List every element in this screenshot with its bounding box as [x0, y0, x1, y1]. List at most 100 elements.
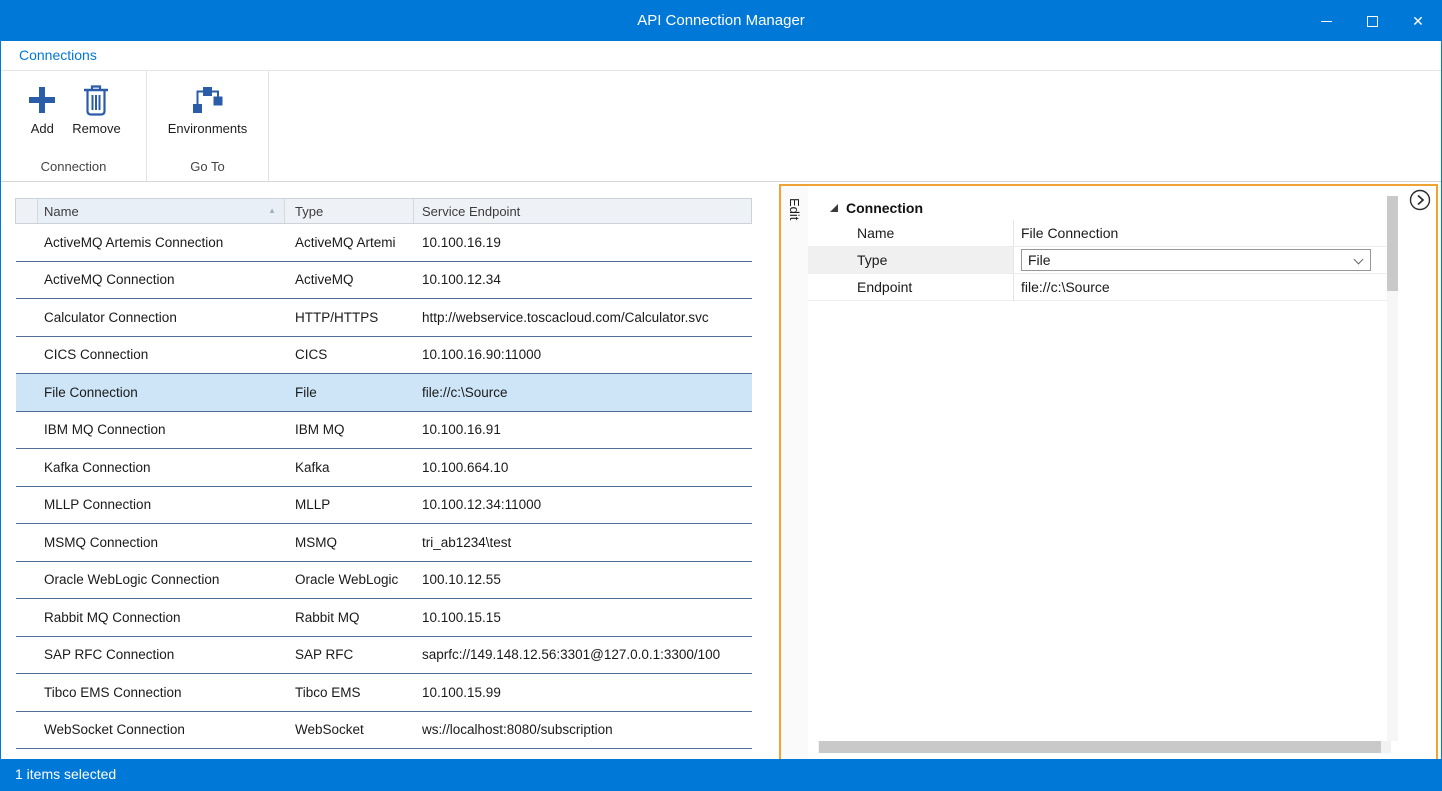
add-button-label: Add [31, 121, 54, 136]
table-row[interactable]: Kafka ConnectionKafka10.100.664.10 [16, 449, 752, 487]
add-button[interactable]: Add [20, 80, 64, 138]
vertical-scrollbar-thumb[interactable] [1387, 196, 1398, 291]
connections-table: Name ▲ Type Service Endpoint ActiveMQ Ar… [15, 198, 752, 749]
cell-type: HTTP/HTTPS [285, 299, 414, 336]
column-header-label: Service Endpoint [422, 204, 520, 219]
minimize-icon [1321, 21, 1332, 22]
cell-endpoint: 10.100.16.19 [414, 224, 752, 261]
tab-connections[interactable]: Connections [19, 41, 97, 70]
cell-endpoint: tri_ab1234\test [414, 524, 752, 561]
column-header-endpoint[interactable]: Service Endpoint [414, 199, 751, 223]
table-row[interactable]: Calculator ConnectionHTTP/HTTPShttp://we… [16, 299, 752, 337]
ribbon: Add Remove C [1, 71, 1441, 182]
table-row[interactable]: MSMQ ConnectionMSMQtri_ab1234\test [16, 524, 752, 562]
status-text: 1 items selected [15, 766, 116, 782]
cell-name: Rabbit MQ Connection [16, 599, 285, 636]
cell-endpoint: 10.100.15.99 [414, 674, 752, 711]
cell-name: MSMQ Connection [16, 524, 285, 561]
table-body: ActiveMQ Artemis ConnectionActiveMQ Arte… [15, 224, 752, 749]
row-indicator-header [16, 199, 38, 223]
cell-endpoint: 10.100.15.15 [414, 599, 752, 636]
property-group-label: Connection [846, 200, 923, 216]
remove-button-label: Remove [72, 121, 120, 136]
cell-endpoint: 10.100.16.91 [414, 412, 752, 449]
property-row-endpoint: Endpoint file://c:\Source [808, 274, 1389, 301]
remove-button[interactable]: Remove [66, 80, 126, 138]
dropdown-chevron-icon [1354, 255, 1364, 265]
cell-type: Oracle WebLogic [285, 562, 414, 599]
table-row[interactable]: ActiveMQ ConnectionActiveMQ10.100.12.34 [16, 262, 752, 300]
type-dropdown[interactable]: File [1021, 249, 1371, 271]
table-row[interactable]: WebSocket ConnectionWebSocketws://localh… [16, 712, 752, 750]
minimize-button[interactable] [1303, 1, 1349, 41]
type-value-cell: File [1013, 247, 1389, 273]
caption-buttons: ✕ [1303, 1, 1441, 41]
cell-type: Tibco EMS [285, 674, 414, 711]
column-header-type[interactable]: Type [285, 199, 414, 223]
cell-name: File Connection [16, 374, 285, 411]
cell-endpoint: 10.100.664.10 [414, 449, 752, 486]
endpoint-value-field[interactable]: file://c:\Source [1013, 274, 1389, 300]
cell-endpoint: 10.100.12.34 [414, 262, 752, 299]
cell-type: WebSocket [285, 712, 414, 749]
maximize-button[interactable] [1349, 1, 1395, 41]
collapse-panel-button[interactable] [1409, 189, 1431, 211]
property-label-name: Name [808, 220, 1013, 246]
column-header-label: Type [295, 204, 323, 219]
table-row[interactable]: CICS ConnectionCICS10.100.16.90:11000 [16, 337, 752, 375]
cell-endpoint: http://webservice.toscacloud.com/Calcula… [414, 299, 752, 336]
trash-icon [81, 82, 111, 118]
ribbon-group-goto-label: Go To [147, 159, 268, 181]
cell-name: CICS Connection [16, 337, 285, 374]
ribbon-group-goto: Environments Go To [147, 71, 269, 181]
app-window: API Connection Manager ✕ Connections [0, 0, 1442, 791]
horizontal-scrollbar-thumb[interactable] [819, 741, 1381, 753]
table-row[interactable]: Oracle WebLogic ConnectionOracle WebLogi… [16, 562, 752, 600]
edit-tab[interactable]: Edit [781, 186, 808, 759]
cell-type: ActiveMQ [285, 262, 414, 299]
table-row[interactable]: Rabbit MQ ConnectionRabbit MQ10.100.15.1… [16, 599, 752, 637]
environments-button[interactable]: Environments [162, 80, 253, 138]
table-row[interactable]: File ConnectionFilefile://c:\Source [16, 374, 752, 412]
cell-type: IBM MQ [285, 412, 414, 449]
close-icon: ✕ [1412, 14, 1424, 28]
horizontal-scrollbar[interactable] [818, 741, 1391, 753]
table-row[interactable]: ActiveMQ Artemis ConnectionActiveMQ Arte… [16, 224, 752, 262]
table-row[interactable]: IBM MQ ConnectionIBM MQ10.100.16.91 [16, 412, 752, 450]
table-row[interactable]: Tibco EMS ConnectionTibco EMS10.100.15.9… [16, 674, 752, 712]
ribbon-group-connection: Add Remove C [1, 71, 147, 181]
sort-ascending-icon: ▲ [268, 207, 276, 215]
cell-type: CICS [285, 337, 414, 374]
window-title: API Connection Manager [1, 1, 1441, 41]
cell-type: Kafka [285, 449, 414, 486]
column-header-label: Name [44, 204, 79, 219]
property-rows: Name File Connection Type File Endpoint … [808, 220, 1389, 301]
ribbon-group-connection-label: Connection [1, 159, 146, 181]
column-header-name[interactable]: Name ▲ [38, 199, 285, 223]
vertical-scrollbar[interactable] [1387, 196, 1398, 741]
cell-name: ActiveMQ Connection [16, 262, 285, 299]
titlebar: API Connection Manager ✕ [1, 1, 1441, 41]
menubar: Connections [1, 41, 1441, 71]
cell-endpoint: saprfc://149.148.12.56:3301@127.0.0.1:33… [414, 637, 752, 674]
property-group-header[interactable]: Connection [808, 196, 1390, 220]
cell-name: ActiveMQ Artemis Connection [16, 224, 285, 261]
add-plus-icon [26, 82, 58, 118]
table-row[interactable]: MLLP ConnectionMLLP10.100.12.34:11000 [16, 487, 752, 525]
cell-name: Tibco EMS Connection [16, 674, 285, 711]
cell-type: MSMQ [285, 524, 414, 561]
table-header: Name ▲ Type Service Endpoint [15, 198, 752, 224]
environments-button-label: Environments [168, 121, 247, 136]
table-row[interactable]: SAP RFC ConnectionSAP RFCsaprfc://149.14… [16, 637, 752, 675]
close-button[interactable]: ✕ [1395, 1, 1441, 41]
cell-type: MLLP [285, 487, 414, 524]
cell-type: SAP RFC [285, 637, 414, 674]
name-value-field[interactable]: File Connection [1013, 220, 1389, 246]
property-grid: Connection Name File Connection Type Fil… [808, 186, 1390, 735]
chevron-right-icon [1409, 189, 1431, 211]
cell-endpoint: 100.10.12.55 [414, 562, 752, 599]
cell-name: IBM MQ Connection [16, 412, 285, 449]
cell-name: Oracle WebLogic Connection [16, 562, 285, 599]
cell-type: File [285, 374, 414, 411]
property-row-type: Type File [808, 247, 1389, 274]
